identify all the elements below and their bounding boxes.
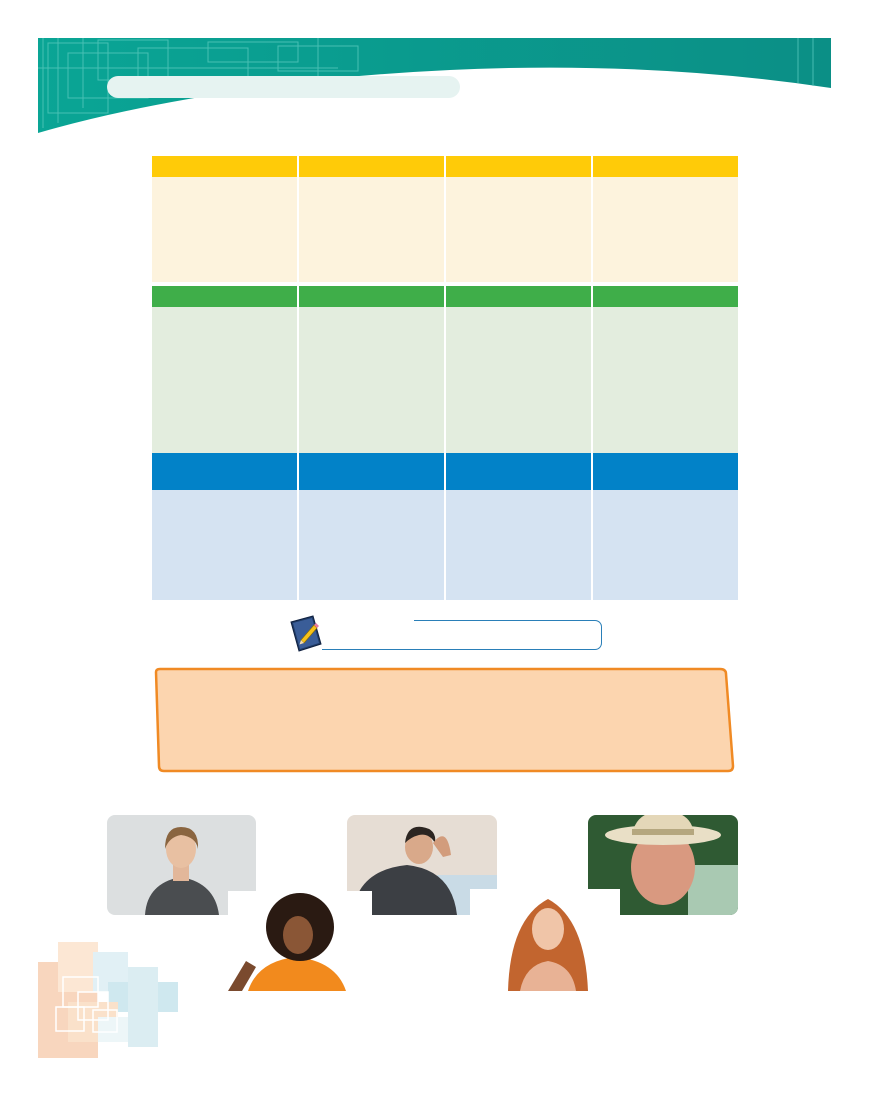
table-cell [299, 177, 446, 282]
table-row-yellow-header [152, 156, 738, 177]
table-cell [152, 453, 299, 490]
table-row-yellow-body [152, 177, 738, 282]
page-title [107, 76, 460, 98]
table-cell [593, 307, 738, 453]
note-box [154, 667, 735, 773]
table-cell [446, 453, 593, 490]
table-cell [446, 307, 593, 453]
corner-decoration [38, 942, 178, 1058]
table-row-green-body [152, 307, 738, 453]
table-cell [152, 177, 299, 282]
writing-prompt-gap [322, 618, 414, 622]
table-cell [446, 490, 593, 600]
table-row-blue-header [152, 453, 738, 490]
writing-prompt-box [322, 620, 602, 650]
table-cell [446, 177, 593, 282]
table-cell [299, 307, 446, 453]
table-cell [152, 307, 299, 453]
table-cell [152, 490, 299, 600]
table-cell [593, 453, 738, 490]
table-cell [593, 156, 738, 177]
photo-woman-orange-top [228, 891, 372, 991]
table-cell [299, 286, 446, 307]
color-table [152, 156, 738, 600]
photo-red-haired-woman [470, 889, 620, 991]
table-row-blue-body [152, 490, 738, 600]
table-cell [446, 156, 593, 177]
table-cell [446, 286, 593, 307]
table-cell [593, 490, 738, 600]
table-cell [593, 286, 738, 307]
table-cell [299, 490, 446, 600]
table-row-green-header [152, 286, 738, 307]
table-cell [152, 286, 299, 307]
table-cell [593, 177, 738, 282]
table-cell [152, 156, 299, 177]
table-cell [299, 453, 446, 490]
table-cell [299, 156, 446, 177]
pencil-book-icon [290, 615, 322, 652]
